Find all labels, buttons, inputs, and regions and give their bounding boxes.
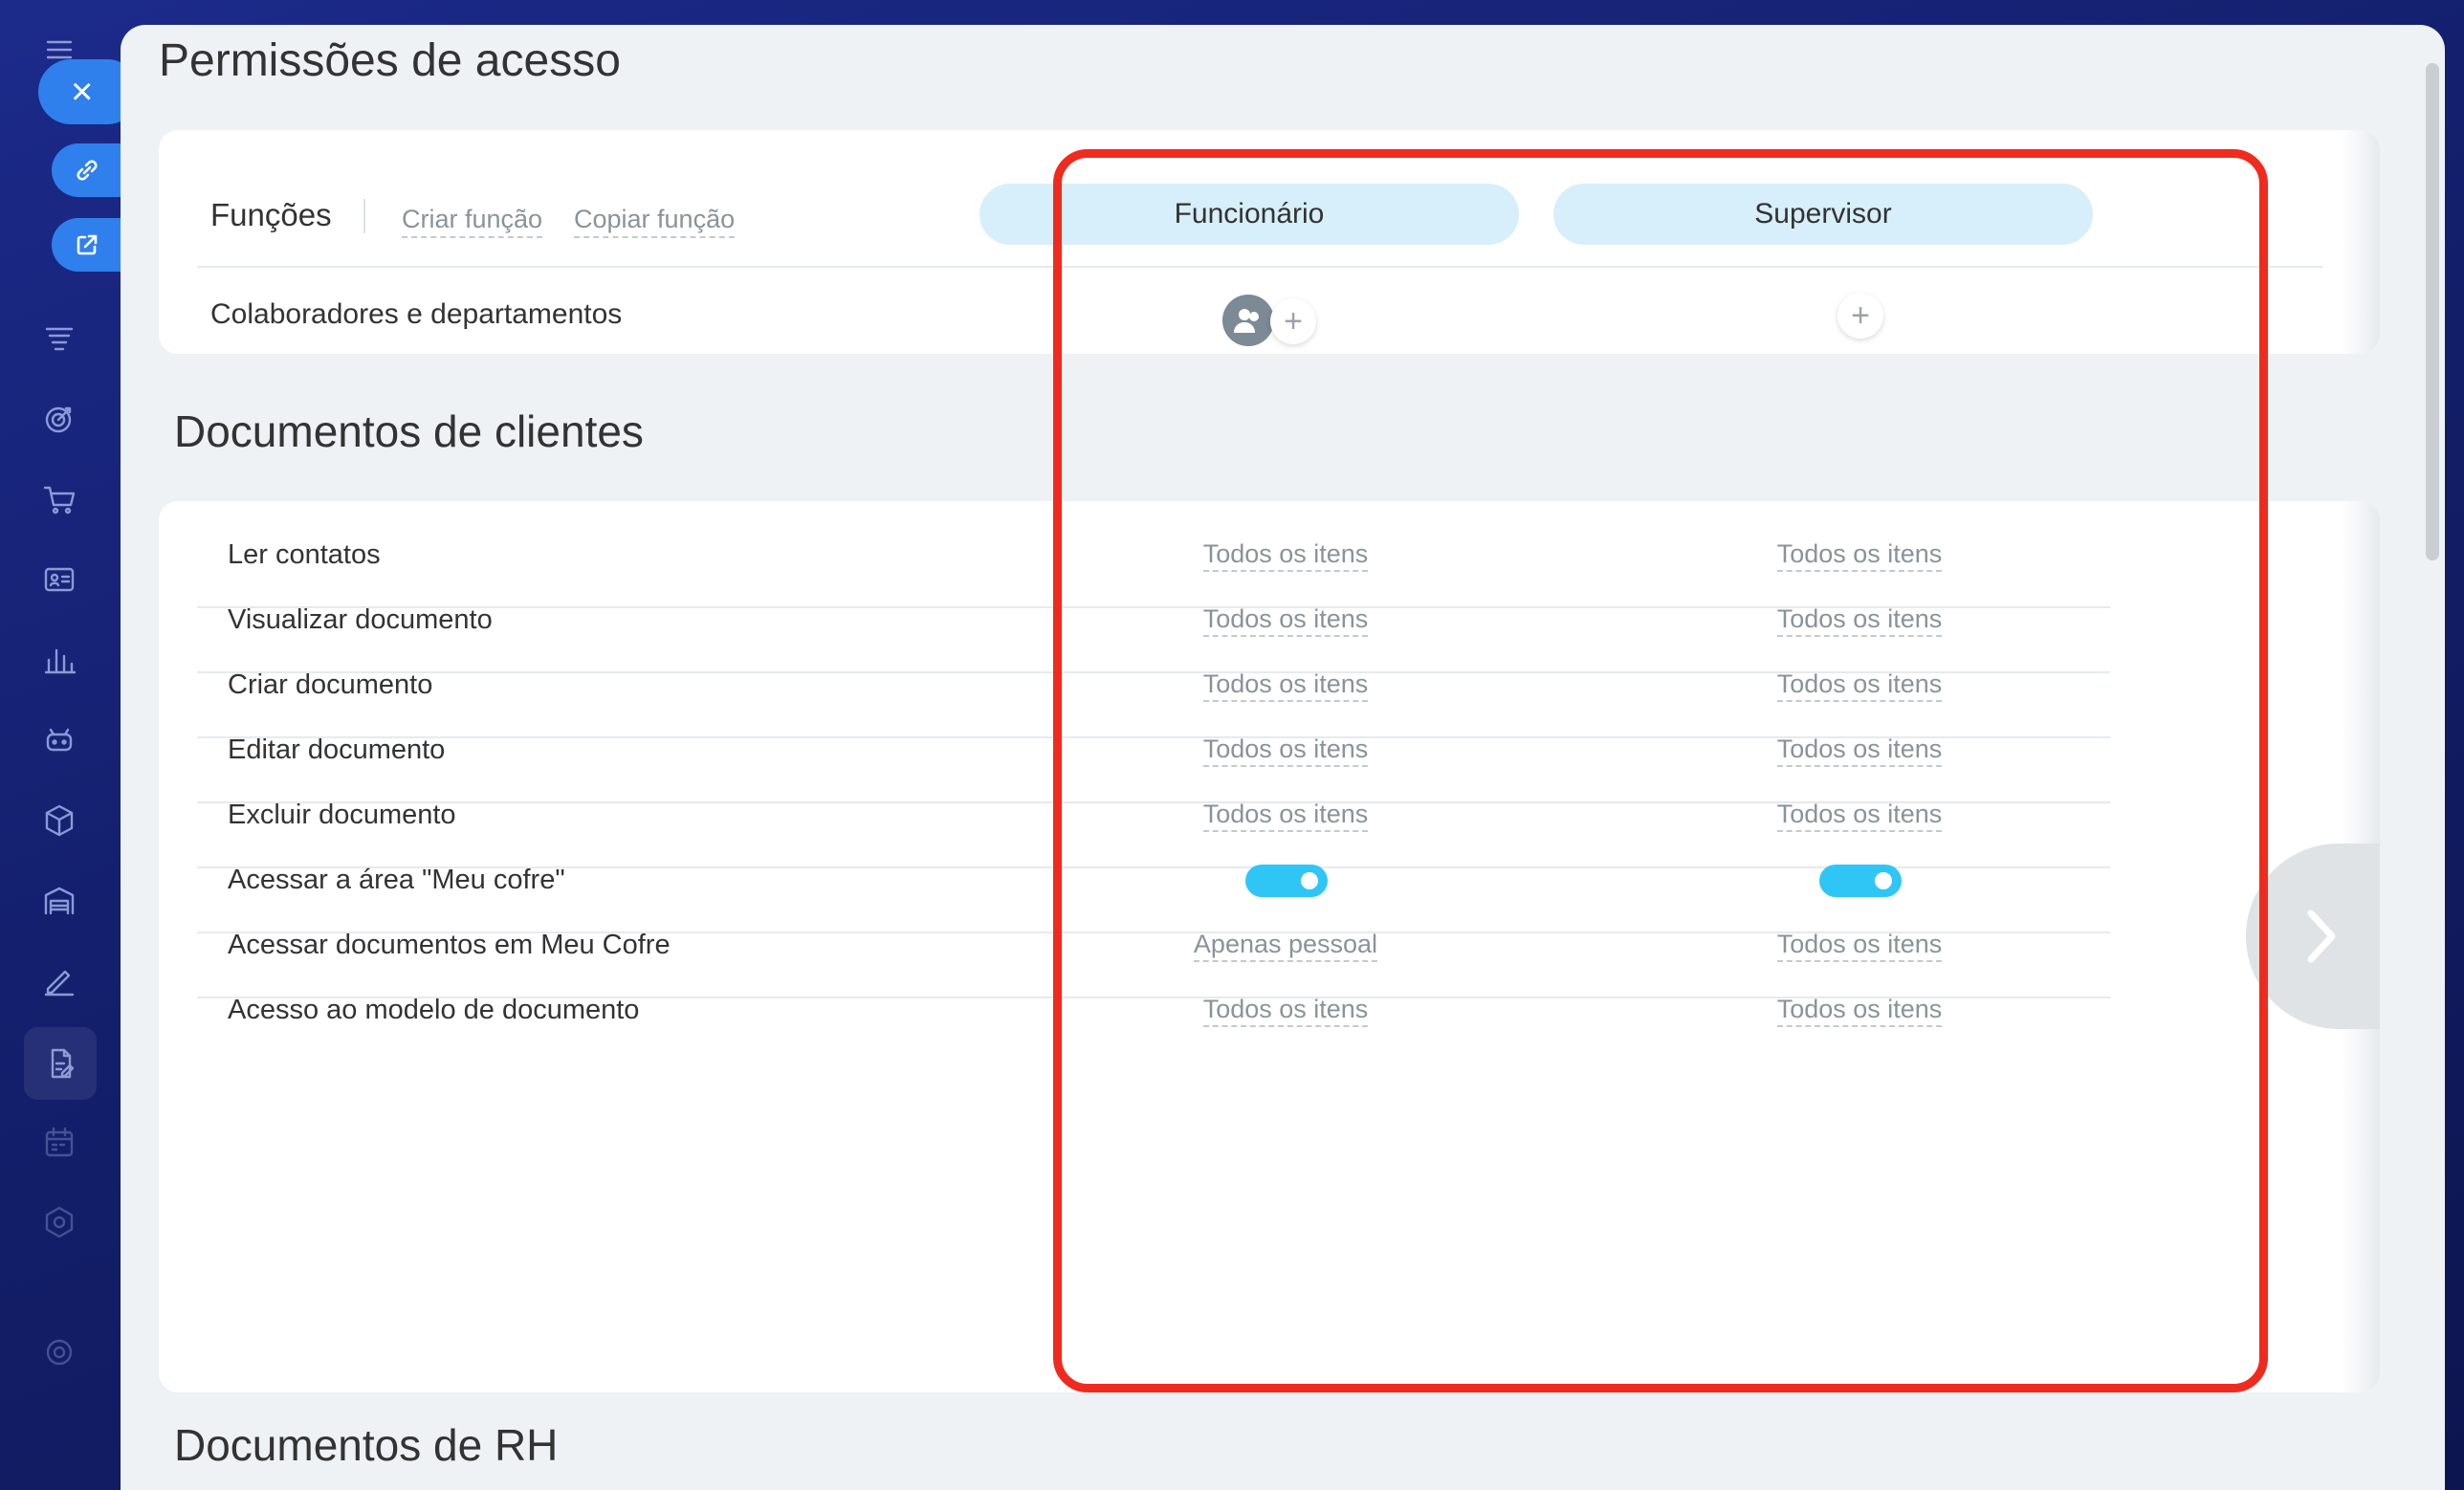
permissions-table: Ler contatos Todos os itens Todos os ite… [159, 501, 2380, 1392]
plus-icon: + [1851, 297, 1870, 334]
page-title: Permissões de acesso [159, 35, 621, 86]
cart-icon[interactable] [36, 476, 82, 522]
hexagon-icon[interactable] [36, 1199, 82, 1245]
role-header-funcionario[interactable]: Funcionário [979, 184, 1519, 245]
left-sidebar: × [0, 0, 140, 1490]
link-icon [77, 160, 98, 181]
signature-pen-icon[interactable] [36, 958, 82, 1004]
permission-value[interactable]: Todos os itens [1706, 734, 2013, 767]
permission-value[interactable]: Todos os itens [1133, 604, 1439, 637]
permission-label: Visualizar documento [228, 604, 493, 635]
vertical-scrollbar[interactable] [2426, 63, 2439, 560]
funnel-icon[interactable] [36, 316, 82, 362]
create-role-link[interactable]: Criar função [402, 205, 543, 238]
permission-value[interactable]: Apenas pessoal [1133, 930, 1439, 962]
contact-card-icon[interactable] [36, 557, 82, 603]
permission-label: Acessar a área "Meu cofre" [228, 865, 565, 895]
bar-chart-icon[interactable] [36, 637, 82, 683]
users-group-avatar[interactable] [1222, 295, 1274, 346]
permission-value[interactable]: Todos os itens [1133, 734, 1439, 767]
roles-label: Funções [210, 197, 332, 232]
permission-value[interactable]: Todos os itens [1706, 669, 2013, 702]
documents-nav-icon[interactable] [24, 1027, 97, 1100]
users-group-icon [1234, 309, 1259, 333]
permission-label: Criar documento [228, 669, 433, 700]
access-permissions-panel: Permissões de acesso Funções Criar funçã… [121, 25, 2445, 1490]
permission-value[interactable]: Todos os itens [1133, 800, 1439, 832]
package-icon[interactable] [36, 798, 82, 844]
close-icon: × [71, 71, 94, 113]
collaborators-label: Colaboradores e departamentos [210, 298, 623, 330]
section-title: Documentos de RH [174, 1420, 559, 1470]
permission-label: Excluir documento [228, 800, 456, 830]
add-member-button-funcionario[interactable]: + [1270, 298, 1316, 344]
divider [363, 199, 365, 233]
warehouse-icon[interactable] [36, 878, 82, 924]
permission-value[interactable]: Todos os itens [1133, 669, 1439, 702]
section-title: Documentos de clientes [174, 406, 644, 456]
divider [197, 266, 2322, 268]
chevron-right-icon [2307, 909, 2336, 963]
permission-value[interactable]: Todos os itens [1706, 930, 2013, 962]
permission-value[interactable]: Todos os itens [1133, 995, 1439, 1027]
settings-icon[interactable] [36, 1329, 82, 1375]
permission-value[interactable]: Todos os itens [1706, 995, 2013, 1027]
permission-value[interactable]: Todos os itens [1133, 539, 1439, 572]
permission-label: Editar documento [228, 734, 446, 765]
permission-value[interactable]: Todos os itens [1706, 539, 2013, 572]
external-link-icon [77, 234, 98, 255]
roles-card: Funções Criar função Copiar função Funci… [159, 130, 2380, 354]
permission-value[interactable]: Todos os itens [1706, 604, 2013, 637]
toggle-switch-supervisor[interactable] [1819, 865, 1902, 897]
robot-icon[interactable] [36, 717, 82, 763]
role-header-supervisor[interactable]: Supervisor [1553, 184, 2093, 245]
calendar-icon[interactable] [36, 1119, 82, 1165]
add-member-button-supervisor[interactable]: + [1837, 293, 1883, 339]
permission-label: Acessar documentos em Meu Cofre [228, 930, 671, 960]
target-icon[interactable] [36, 396, 82, 442]
permission-label: Acesso ao modelo de documento [228, 995, 640, 1025]
permission-label: Ler contatos [228, 539, 381, 570]
permission-value[interactable]: Todos os itens [1706, 800, 2013, 832]
toggle-switch-funcionario[interactable] [1245, 865, 1328, 897]
copy-role-link[interactable]: Copiar função [574, 205, 736, 238]
plus-icon: + [1284, 303, 1303, 340]
